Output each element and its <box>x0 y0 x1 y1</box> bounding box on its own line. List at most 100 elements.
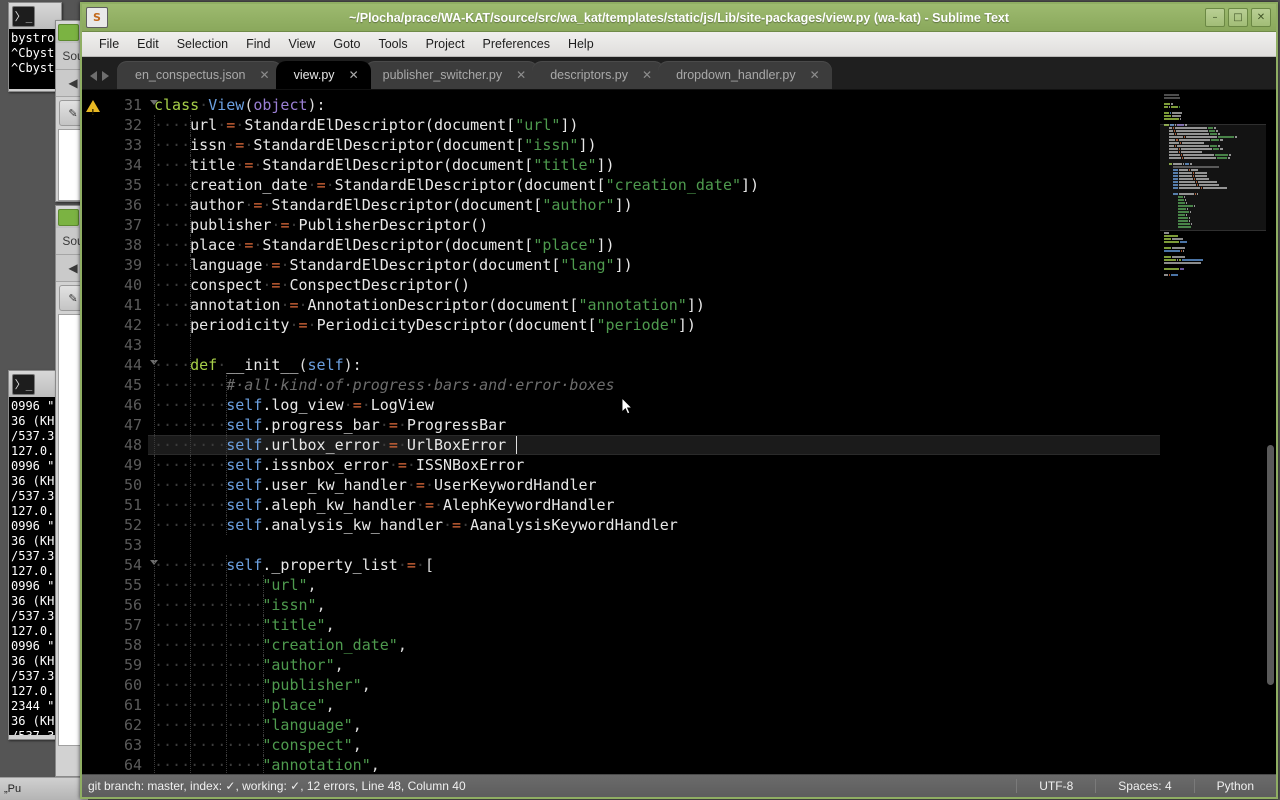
code-token: annotation <box>190 296 281 314</box>
code-line[interactable]: ············"language", <box>148 715 1160 735</box>
status-syntax[interactable]: Python <box>1193 779 1276 793</box>
background-terminal-top[interactable]: 〉_ bystro ^Cbyst ^Cbyst <box>8 2 62 92</box>
code-line[interactable]: ····issn·=·StandardElDescriptor(document… <box>148 135 1160 155</box>
tab-descriptors-py[interactable]: descriptors.py ✕ <box>532 61 665 89</box>
menu-item-find[interactable]: Find <box>237 35 279 53</box>
code-line[interactable]: ············"issn", <box>148 595 1160 615</box>
code-line[interactable]: ········self.urlbox_error·=·UrlBoxError <box>148 435 1160 455</box>
tab-close-icon[interactable]: ✕ <box>516 68 526 82</box>
terminal-bottom-titlebar[interactable]: 〉_ <box>9 371 59 397</box>
code-line[interactable]: ············"publisher", <box>148 675 1160 695</box>
sublime-text-window[interactable]: S ~/Plocha/prace/WA-KAT/source/src/wa_ka… <box>80 2 1278 799</box>
code-line[interactable]: ············"conspect", <box>148 735 1160 755</box>
indent-guide <box>190 215 192 235</box>
menu-item-preferences[interactable]: Preferences <box>474 35 559 53</box>
background-terminal-bottom[interactable]: 〉_ 0996 " 36 (KH/537.3 127.0. 0996 " 36 (KH /… <box>8 370 60 740</box>
indent-guide <box>190 155 192 175</box>
menu-item-selection[interactable]: Selection <box>168 35 237 53</box>
tab-en-conspectus-json[interactable]: en_conspectus.json ✕ <box>117 61 282 89</box>
menu-item-goto[interactable]: Goto <box>324 35 369 53</box>
menu-item-file[interactable]: File <box>90 35 128 53</box>
code-line[interactable]: ····place·=·StandardElDescriptor(documen… <box>148 235 1160 255</box>
line-number: 34 <box>123 156 142 174</box>
code-line[interactable]: ········self.progress_bar·=·ProgressBar <box>148 415 1160 435</box>
menu-item-help[interactable]: Help <box>559 35 603 53</box>
code-line[interactable]: ····title·=·StandardElDescriptor(documen… <box>148 155 1160 175</box>
tab-dropdown-handler-py[interactable]: dropdown_handler.py ✕ <box>658 61 832 89</box>
tab-navigation[interactable] <box>88 71 117 89</box>
code-line[interactable]: ····language·=·StandardElDescriptor(docu… <box>148 255 1160 275</box>
minimap-scrollbar[interactable] <box>1267 445 1274 685</box>
minimap-line <box>1162 259 1274 261</box>
code-token: .urlbox_error <box>262 436 380 454</box>
code-line[interactable]: ········#·all·kind·of·progress·bars·and·… <box>148 375 1160 395</box>
menu-bar[interactable]: File Edit Selection Find View Goto Tools Projec… <box>82 32 1276 57</box>
code-line[interactable]: ············"annotation", <box>148 755 1160 774</box>
code-line[interactable] <box>148 335 1160 355</box>
indent-guide <box>226 615 228 635</box>
tab-close-icon[interactable]: ✕ <box>810 68 820 82</box>
window-titlebar[interactable]: S ~/Plocha/prace/WA-KAT/source/src/wa_ka… <box>82 4 1276 32</box>
code-line[interactable]: ········self.log_view·=·LogView <box>148 395 1160 415</box>
code-token: ]) <box>614 196 633 214</box>
code-line[interactable]: ····def·__init__(self): <box>148 355 1160 375</box>
indent-guide <box>190 315 192 335</box>
code-line[interactable]: ········self.aleph_kw_handler·=·AlephKey… <box>148 495 1160 515</box>
minimap[interactable] <box>1160 90 1276 774</box>
code-line[interactable]: ····periodicity·=·PeriodicityDescriptor(… <box>148 315 1160 335</box>
code-line[interactable]: ········self.user_kw_handler·=·UserKeywo… <box>148 475 1160 495</box>
editor-area[interactable]: 3132 33 34 35 36 37 38 39 40 41 42 434445 46 47 48 49 50… <box>82 90 1276 774</box>
menu-item-project[interactable]: Project <box>417 35 474 53</box>
taskbar[interactable]: „Pu <box>0 777 88 800</box>
code-content[interactable]: class·View(object): ····url·=·StandardElD… <box>148 90 1160 774</box>
terminal-top-titlebar[interactable]: 〉_ <box>9 3 61 29</box>
code-line[interactable]: ····author·=·StandardElDescriptor(docume… <box>148 195 1160 215</box>
tab-label: en_conspectus.json <box>135 68 246 82</box>
tab-bar[interactable]: en_conspectus.json ✕ view.py ✕ publisher_swi… <box>82 57 1276 90</box>
code-token: · <box>235 116 245 134</box>
tab-prev-icon[interactable] <box>90 71 97 81</box>
code-line[interactable]: ············"url", <box>148 575 1160 595</box>
menu-item-view[interactable]: View <box>279 35 324 53</box>
code-line[interactable]: ········self._property_list·=·[ <box>148 555 1160 575</box>
code-line[interactable]: class·View(object): <box>148 95 1160 115</box>
code-line[interactable]: ····creation_date·=·StandardElDescriptor… <box>148 175 1160 195</box>
minimap-line <box>1162 265 1274 267</box>
minimap-viewport[interactable] <box>1160 124 1266 231</box>
minimap-token <box>1180 250 1182 252</box>
code-token: ············ <box>154 716 263 734</box>
menu-item-edit[interactable]: Edit <box>128 35 168 53</box>
terminal-line: /537.3 <box>11 429 55 443</box>
status-indentation[interactable]: Spaces: 4 <box>1095 779 1193 793</box>
menu-item-tools[interactable]: Tools <box>369 35 416 53</box>
code-token: "place" <box>262 696 326 714</box>
status-bar[interactable]: git branch: master, index: ✓, working: ✓… <box>82 774 1276 797</box>
status-encoding[interactable]: UTF-8 <box>1016 779 1095 793</box>
code-line[interactable] <box>148 535 1160 555</box>
code-line[interactable]: ········self.analysis_kw_handler·=·Aanal… <box>148 515 1160 535</box>
warning-icon[interactable] <box>86 100 100 123</box>
indent-guide <box>154 535 156 555</box>
code-line[interactable]: ············"author", <box>148 655 1160 675</box>
code-token: · <box>406 456 416 474</box>
code-line[interactable]: ············"place", <box>148 695 1160 715</box>
tab-close-icon[interactable]: ✕ <box>260 68 270 82</box>
tab-next-icon[interactable] <box>102 71 109 81</box>
code-line[interactable]: ········self.issnbox_error·=·ISSNBoxErro… <box>148 455 1160 475</box>
maximize-button[interactable]: □ <box>1228 8 1248 27</box>
minimize-button[interactable]: – <box>1205 8 1225 27</box>
tab-publisher-switcher-py[interactable]: publisher_switcher.py ✕ <box>364 61 539 89</box>
minimap-token <box>1164 268 1179 270</box>
code-line[interactable]: ····conspect·=·ConspectDescriptor() <box>148 275 1160 295</box>
code-line[interactable]: ············"creation_date", <box>148 635 1160 655</box>
code-line[interactable]: ············"title", <box>148 615 1160 635</box>
tab-close-icon[interactable]: ✕ <box>349 68 359 82</box>
code-line[interactable]: ····publisher·=·PublisherDescriptor() <box>148 215 1160 235</box>
tab-view-py[interactable]: view.py ✕ <box>275 61 371 89</box>
taskbar-item[interactable]: „Pu <box>0 783 21 795</box>
tab-close-icon[interactable]: ✕ <box>642 68 652 82</box>
close-button[interactable]: ✕ <box>1251 8 1271 27</box>
code-line[interactable]: ····annotation·=·AnnotationDescriptor(do… <box>148 295 1160 315</box>
window-controls[interactable]: – □ ✕ <box>1205 8 1276 27</box>
code-line[interactable]: ····url·=·StandardElDescriptor(document[… <box>148 115 1160 135</box>
